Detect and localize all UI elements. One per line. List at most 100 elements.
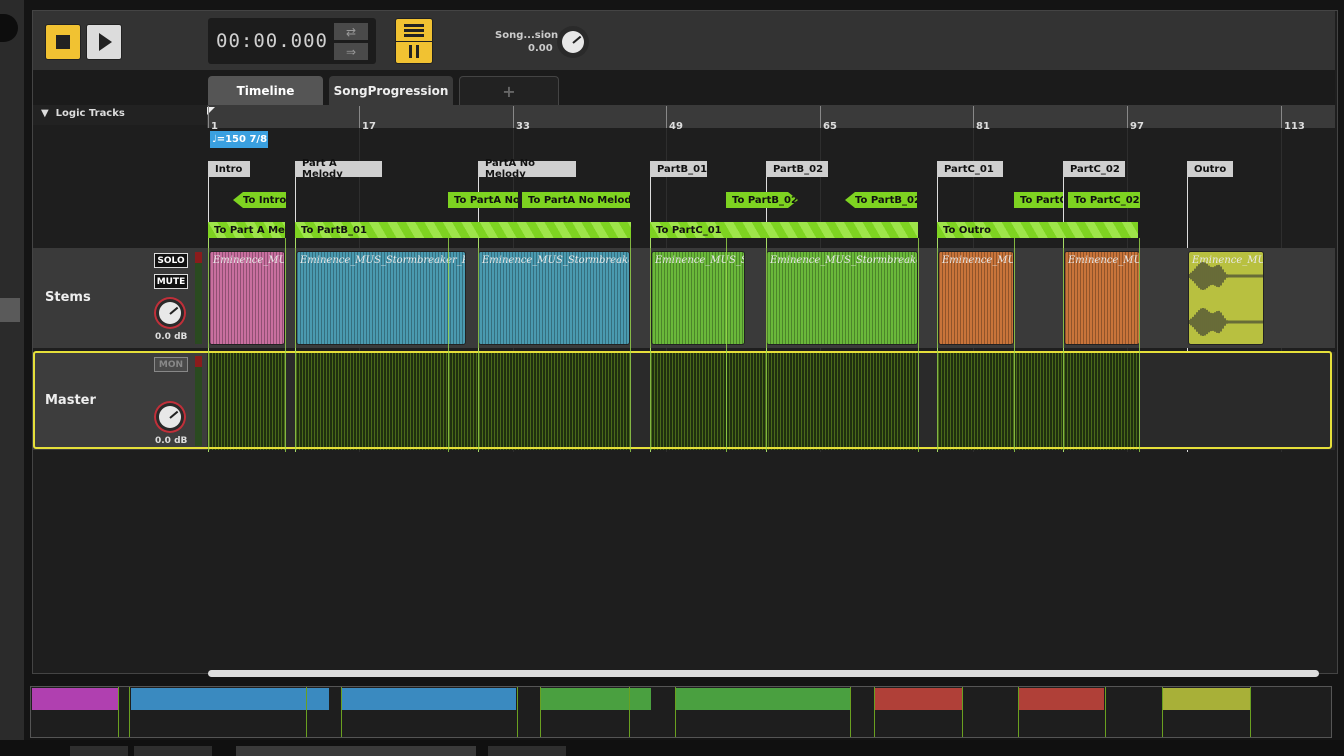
- clip-label: Eminence_MUS_Stormbreaker_Part: [300, 255, 466, 266]
- ruler-tick-label: 113: [1284, 121, 1305, 132]
- track-name-stems: Stems: [45, 290, 91, 305]
- audio-clip[interactable]: Eminence_MUS: [1064, 251, 1140, 345]
- track-header-stems[interactable]: Stems SOLO MUTE 0.0 dB: [33, 248, 207, 348]
- overview-block: [540, 688, 651, 710]
- region-boundary-line: [918, 238, 919, 452]
- marker-outro[interactable]: Outro: [1187, 161, 1233, 177]
- audio-clip[interactable]: Eminence_MUS_Sto: [651, 251, 745, 345]
- marker-intro[interactable]: Intro: [208, 161, 250, 177]
- playlist-pause-button[interactable]: [395, 18, 433, 64]
- stems-volume-knob[interactable]: [154, 297, 186, 329]
- marker-partb-02[interactable]: PartB_02: [766, 161, 828, 177]
- overview-divider: [517, 687, 518, 737]
- jump-marker[interactable]: To PartB_02: [845, 192, 917, 208]
- jump-marker[interactable]: To PartC_02: [1068, 192, 1140, 208]
- overview-divider: [306, 687, 307, 737]
- audio-clip[interactable]: Eminence_MUS_: [209, 251, 285, 345]
- ruler-tick-label: 97: [1130, 121, 1144, 132]
- audio-clip[interactable]: Eminence_MUS: [1188, 251, 1264, 345]
- region-boundary-line: [766, 238, 767, 452]
- clip-label: Eminence_MUS: [942, 255, 1013, 266]
- jump-marker[interactable]: To PartC_: [1014, 192, 1063, 208]
- waveform-icon: [1189, 261, 1263, 337]
- overview-divider: [1162, 687, 1163, 737]
- stop-button[interactable]: [45, 24, 81, 60]
- jump-marker[interactable]: To PartA No Melody: [522, 192, 630, 208]
- overview-block: [1162, 688, 1250, 710]
- ruler-tick-line: [513, 106, 514, 128]
- clip-label: Eminence_MUS_Sto: [655, 255, 744, 266]
- clip-label: Eminence_MUS: [1068, 255, 1139, 266]
- overview-divider: [129, 687, 130, 737]
- time-readout: 00:00.000: [216, 30, 328, 52]
- overview-divider: [341, 687, 342, 737]
- overview-block: [1018, 688, 1104, 710]
- region-boundary-line: [937, 238, 938, 452]
- region-boundary-line: [448, 238, 449, 452]
- marker-parta-no-melody[interactable]: PartA No Melody: [478, 158, 576, 180]
- add-tab-button[interactable]: +: [459, 76, 559, 106]
- region-boundary-line: [208, 238, 209, 452]
- ruler-tick-label: 65: [823, 121, 837, 132]
- horizontal-scrollbar[interactable]: [208, 670, 1319, 677]
- overview-divider: [629, 687, 630, 737]
- bottom-toolbar-slider[interactable]: [236, 746, 476, 756]
- ruler-tick-label: 17: [362, 121, 376, 132]
- jump-marker[interactable]: To PartB_02: [726, 192, 798, 208]
- timeline-ruler[interactable]: [207, 105, 1335, 128]
- audio-clip[interactable]: Eminence_MUS_Stormbreaker_Part: [296, 251, 466, 345]
- overview-divider: [1250, 687, 1251, 737]
- bottom-toolbar-button[interactable]: [70, 746, 128, 756]
- next-button[interactable]: ⇒: [334, 43, 368, 60]
- region-boundary-line: [630, 238, 631, 452]
- region-boundary-line: [295, 238, 296, 452]
- audio-clip[interactable]: Eminence_MUS: [938, 251, 1014, 345]
- solo-button[interactable]: SOLO: [154, 253, 188, 268]
- ruler-tick-line: [1127, 106, 1128, 128]
- region-boundary-line: [1139, 238, 1140, 452]
- marker-partc-02[interactable]: PartC_02: [1063, 161, 1125, 177]
- tempo-marker[interactable]: ♩ =150 7/8: [210, 131, 268, 148]
- marker-part-a-melody[interactable]: Part A Melody: [295, 158, 382, 180]
- loop-button[interactable]: ⇄: [334, 23, 368, 40]
- tab-song-progression[interactable]: SongProgression: [329, 76, 453, 105]
- play-icon: [99, 33, 112, 51]
- jump-region[interactable]: To PartC_01: [650, 222, 918, 238]
- loop-icon: ⇄: [345, 24, 357, 39]
- marker-partb-01[interactable]: PartB_01: [650, 161, 707, 177]
- ruler-tick-line: [359, 106, 360, 128]
- marker-partc-01[interactable]: PartC_01: [937, 161, 1003, 177]
- jump-marker[interactable]: To Intro: [233, 192, 286, 208]
- audio-clip[interactable]: Eminence_MUS_Stormbreaker_I: [766, 251, 918, 345]
- ruler-tick-label: 49: [669, 121, 683, 132]
- pause-icon: [409, 45, 412, 58]
- region-boundary-line: [478, 238, 479, 452]
- bottom-toolbar-button[interactable]: [488, 746, 566, 756]
- jump-region[interactable]: To PartB_01: [295, 222, 631, 238]
- jump-region[interactable]: To Part A Melo: [208, 222, 285, 238]
- jump-marker[interactable]: To PartA No: [448, 192, 518, 208]
- audio-clip[interactable]: Eminence_MUS_Stormbreaker_: [478, 251, 630, 345]
- overview-divider: [675, 687, 676, 737]
- overview-block: [874, 688, 962, 710]
- overview-block: [32, 688, 118, 710]
- play-button[interactable]: [86, 24, 122, 60]
- overview-block: [342, 688, 516, 710]
- stems-level-meter: [195, 252, 202, 344]
- mute-button[interactable]: MUTE: [154, 274, 188, 289]
- logic-tracks-label[interactable]: ▼ Logic Tracks: [41, 108, 125, 119]
- overview-divider: [1105, 687, 1106, 737]
- panel-toggle-handle[interactable]: [0, 14, 18, 42]
- left-panel-strip: [0, 0, 24, 756]
- ruler-tick-line: [666, 106, 667, 128]
- jump-region[interactable]: To Outro: [937, 222, 1138, 238]
- bottom-toolbar-button[interactable]: [134, 746, 212, 756]
- song-param-knob[interactable]: [557, 26, 589, 58]
- tab-timeline[interactable]: Timeline: [208, 76, 323, 105]
- region-boundary-line: [285, 238, 286, 452]
- panel-splitter-handle[interactable]: [0, 298, 20, 322]
- overview-divider: [874, 687, 875, 737]
- ruler-tick-label: 81: [976, 121, 990, 132]
- song-param-label: Song...sion: [495, 30, 559, 41]
- overview-divider: [1018, 687, 1019, 737]
